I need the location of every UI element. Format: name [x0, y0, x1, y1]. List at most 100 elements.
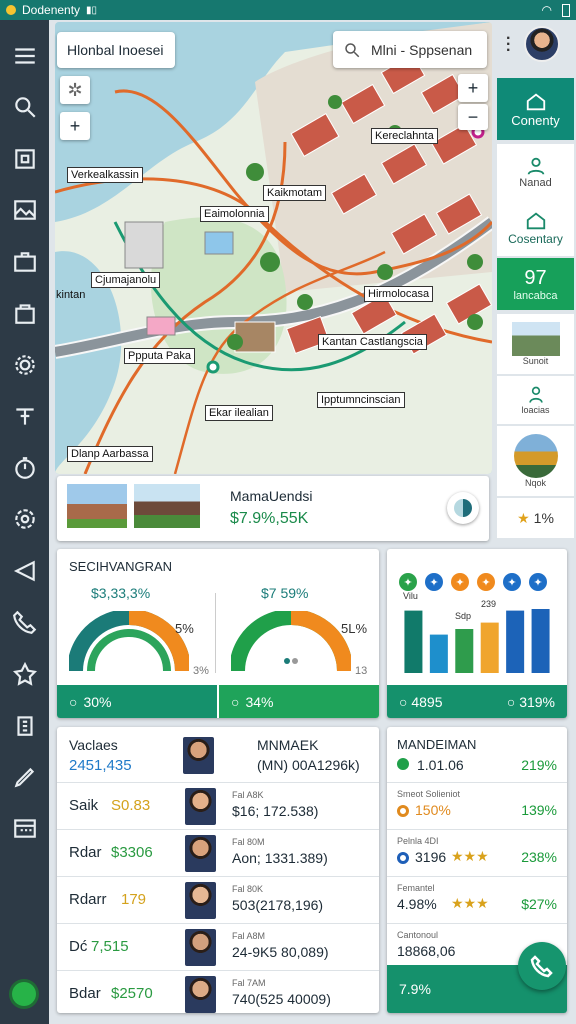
tool-icon[interactable] — [0, 391, 49, 443]
zoom-in-button-right[interactable]: + — [458, 74, 488, 102]
bag-icon[interactable] — [0, 288, 49, 340]
stats-pct: $27% — [521, 896, 557, 912]
map-title: Hlonbal Inoesei — [57, 32, 175, 68]
direction-icon[interactable] — [447, 492, 479, 524]
sidebar-item-primary[interactable]: Conenty — [497, 78, 574, 140]
row-right-value: 24-9K5 80,089) — [232, 944, 329, 960]
stat-tile[interactable]: 97 lancabca — [497, 258, 574, 310]
row-right-value: $16; 172.538) — [232, 803, 319, 819]
map-search-input[interactable]: Mlni - Sppsenan — [333, 31, 487, 68]
more-icon[interactable]: · · · — [506, 31, 511, 59]
sidebar-item-nanad[interactable]: Nanad — [497, 144, 574, 200]
location-tile[interactable]: loacias — [497, 376, 574, 424]
stats-row[interactable]: Pelnla 4DI 3196 ★★★ 238% — [387, 829, 567, 876]
item-label: Nanad — [519, 177, 552, 189]
map-label[interactable]: Cjumajanolu — [91, 272, 161, 288]
pen-icon[interactable] — [0, 751, 49, 803]
table-row[interactable]: Saik S0.83 Fal A8K $16; 172.538) — [57, 782, 379, 829]
table-row[interactable]: Rdarr 179 Fal 80K 503(2178,196) — [57, 876, 379, 923]
place-info-card[interactable]: MamaUendsi $7.9%,55K — [57, 476, 489, 541]
gauge-value: $7 59% — [261, 585, 309, 601]
briefcase-icon[interactable] — [0, 236, 49, 288]
rating-stars-icon: ★★★ — [451, 895, 489, 911]
table-row[interactable]: Rdar $3306 Fal 80M Aon; 1331.389) — [57, 829, 379, 876]
map-label[interactable]: Ekar ilealian — [205, 405, 273, 421]
row-value: S0.83 — [111, 797, 151, 814]
row-name: Saik — [69, 797, 99, 814]
map-label[interactable]: Kaikmotam — [263, 185, 327, 201]
row-small-label: Fal A8M — [232, 931, 266, 941]
bar — [455, 629, 474, 673]
rating-tile[interactable]: ★ 1% — [497, 498, 574, 538]
place-price: $7.9%,55K — [230, 510, 309, 527]
stats-pct: 139% — [521, 802, 557, 818]
map-label[interactable]: Hirmolocasa — [364, 286, 434, 302]
stats-header-dot — [397, 758, 409, 770]
photo-tile-2[interactable]: Nqok — [497, 426, 574, 496]
building-icon[interactable] — [0, 700, 49, 752]
calendar-icon[interactable] — [0, 803, 49, 855]
stats-pct: 238% — [521, 849, 557, 865]
map-label[interactable]: Eaimolonnia — [200, 206, 269, 222]
bar-footer: ○ 4895 ○ 319% — [387, 685, 567, 718]
search-icon: ○ — [506, 693, 516, 710]
avatar[interactable] — [185, 976, 216, 1013]
map-view[interactable]: Kereclahnta Verkealkassin Kaikmotam Eaim… — [55, 22, 492, 474]
search-icon: ○ — [69, 693, 78, 710]
stats-value: 18868,06 — [397, 943, 456, 959]
sidebar-item-cosentary[interactable]: Cosentary — [497, 200, 574, 256]
row-small-label: Fal 7AM — [232, 978, 266, 988]
stats-row[interactable]: Smeot Solieniot 150% 139% — [387, 782, 567, 829]
layers-button[interactable]: ✲ — [60, 76, 90, 104]
avatar[interactable] — [524, 26, 560, 62]
photo-tile[interactable]: Sunoit — [497, 314, 574, 374]
map-label[interactable]: Ppputa Paka — [124, 348, 195, 364]
map-label[interactable]: Kantan Castlangscia — [318, 334, 427, 350]
photo-label: Sunoit — [522, 356, 549, 366]
house-icon — [526, 212, 545, 230]
menu-icon[interactable] — [0, 30, 49, 82]
legend-icon: ✦ — [399, 573, 417, 591]
map-label[interactable]: Verkealkassin — [67, 167, 143, 183]
row-right-value: Aon; 1331.389) — [232, 850, 328, 866]
square-icon[interactable] — [0, 133, 49, 185]
zoom-in-button[interactable]: + — [60, 112, 90, 140]
stats-small-label: Cantonoul — [397, 930, 439, 940]
avatar[interactable] — [185, 788, 216, 825]
image-icon[interactable] — [0, 185, 49, 237]
avatar[interactable] — [185, 835, 216, 872]
map-label[interactable]: Dlanp Aarbassa — [67, 446, 153, 462]
online-status-icon — [12, 982, 36, 1006]
table-row[interactable]: Dć 7,515 Fal A8M 24-9K5 80,089) — [57, 923, 379, 970]
gear-icon[interactable] — [0, 339, 49, 391]
back-icon[interactable] — [0, 545, 49, 597]
avatar[interactable] — [185, 882, 216, 919]
map-label[interactable]: Ipptumncinscian — [317, 392, 405, 408]
phone-icon[interactable] — [0, 597, 49, 649]
people-icon — [527, 157, 544, 175]
app-logo-icon — [6, 5, 16, 15]
zoom-out-button-right[interactable]: − — [458, 104, 488, 130]
gauge-pct: 5% — [175, 621, 194, 636]
timer-icon[interactable] — [0, 442, 49, 494]
avatar[interactable] — [183, 737, 214, 774]
gauge-value: $3,33,3% — [91, 585, 151, 601]
rating-stars-icon: ★★★ — [451, 848, 489, 864]
people-table: Vaclaes 2451,435 MNMAEK (MN) 00A1296k) S… — [57, 727, 379, 1013]
star-icon[interactable] — [0, 648, 49, 700]
row-value: 7,515 — [91, 938, 129, 955]
search-icon[interactable] — [0, 82, 49, 134]
settings-icon[interactable] — [0, 494, 49, 546]
row-small-label: Fal 80K — [232, 884, 264, 894]
map-label[interactable]: Kereclahnta — [371, 128, 438, 144]
bar — [531, 609, 550, 673]
divider — [215, 593, 216, 673]
fab-button[interactable] — [518, 942, 566, 990]
table-row[interactable]: Bdar $2570 Fal 7AM 740(525 40009) — [57, 970, 379, 1013]
stat-value: 97 — [524, 266, 547, 289]
avatar[interactable] — [185, 929, 216, 966]
stats-row[interactable]: Femantel 4.98% ★★★ $27% — [387, 876, 567, 923]
gauge-pct: 5L% — [341, 621, 368, 636]
map-label[interactable]: kintan — [55, 288, 88, 302]
stats-small-label: Smeot Solieniot — [397, 789, 461, 799]
